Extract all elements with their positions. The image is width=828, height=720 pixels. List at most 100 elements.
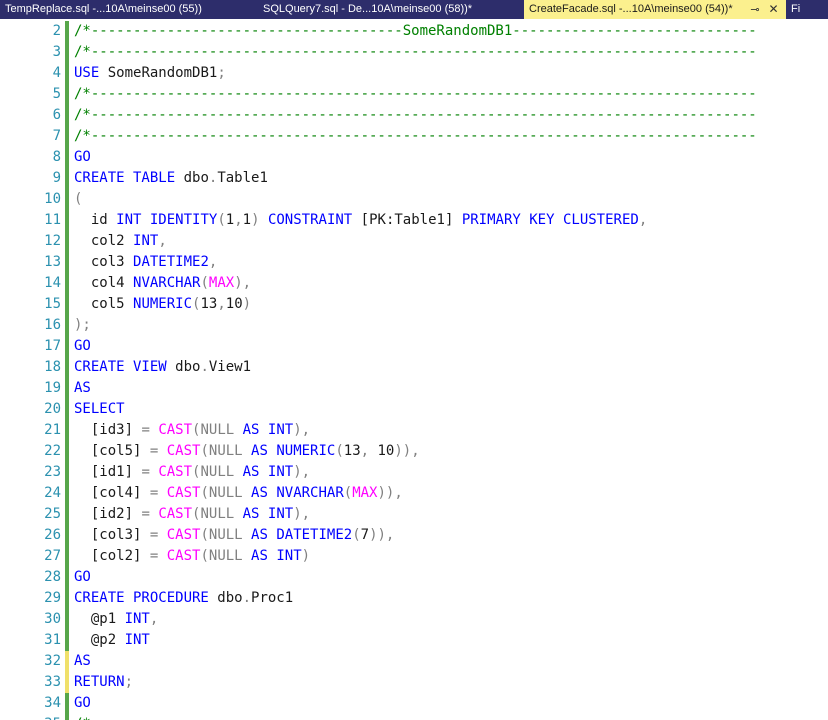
code-line[interactable]: 28 GO	[0, 567, 828, 588]
code-text: @p2 INT	[74, 630, 150, 651]
code-line[interactable]: 20 SELECT	[0, 399, 828, 420]
saved-change-marker	[65, 441, 69, 462]
code-token: ,	[360, 443, 370, 459]
tab-overflow[interactable]: Fi	[786, 0, 828, 19]
code-token: dbo	[166, 359, 201, 375]
code-token: AS INT	[242, 506, 294, 522]
code-text: AS	[74, 378, 91, 399]
code-editor[interactable]: 2 /*-------------------------------------…	[0, 19, 828, 720]
saved-change-marker	[65, 714, 69, 720]
code-line[interactable]: 9 CREATE TABLE dbo.Table1	[0, 168, 828, 189]
code-line[interactable]: 13 col3 DATETIME2,	[0, 252, 828, 273]
line-number: 29	[44, 590, 61, 606]
line-number: 21	[44, 422, 61, 438]
line-number: 12	[44, 233, 61, 249]
code-token: [col5]	[74, 443, 150, 459]
code-token: CREATE PROCEDURE	[74, 590, 209, 606]
code-line[interactable]: 26 [col3] = CAST(NULL AS DATETIME2(7)),	[0, 525, 828, 546]
code-line[interactable]: 23 [id1] = CAST(NULL AS INT),	[0, 462, 828, 483]
line-number: 16	[44, 317, 61, 333]
code-token: AS	[74, 653, 91, 669]
code-line[interactable]: 34 GO	[0, 693, 828, 714]
code-token: CAST	[158, 506, 193, 522]
code-line[interactable]: 35 /*	[0, 714, 828, 720]
close-tab-icon[interactable]: ✕	[765, 0, 782, 19]
code-line[interactable]: 25 [id2] = CAST(NULL AS INT),	[0, 504, 828, 525]
code-line[interactable]: 14 col4 NVARCHAR(MAX),	[0, 273, 828, 294]
saved-change-marker	[65, 84, 69, 105]
saved-change-marker	[65, 378, 69, 399]
code-line[interactable]: 3 /*-------------------------------------…	[0, 42, 828, 63]
code-token: ),	[293, 422, 311, 438]
code-token: AS	[74, 380, 91, 396]
saved-change-marker	[65, 609, 69, 630]
code-token: AS NVARCHAR	[251, 485, 344, 501]
code-line[interactable]: 7 /*-------------------------------------…	[0, 126, 828, 147]
pin-tab-icon[interactable]: ⊸	[747, 0, 763, 19]
code-token: NULL	[208, 527, 243, 543]
code-line[interactable]: 16);	[0, 315, 828, 336]
code-line[interactable]: 32 AS	[0, 651, 828, 672]
saved-change-marker	[65, 588, 69, 609]
code-text: GO	[74, 336, 91, 357]
code-line[interactable]: 15 col5 NUMERIC(13,10)	[0, 294, 828, 315]
saved-change-marker	[65, 420, 69, 441]
code-token: col5	[74, 296, 134, 312]
line-number: 20	[44, 401, 61, 417]
code-line[interactable]: 8 GO	[0, 147, 828, 168]
code-text: GO	[74, 693, 91, 714]
code-line[interactable]: 24 [col4] = CAST(NULL AS NVARCHAR(MAX)),	[0, 483, 828, 504]
saved-change-marker	[65, 462, 69, 483]
code-token: =	[141, 464, 150, 480]
code-line[interactable]: 21 [id3] = CAST(NULL AS INT),	[0, 420, 828, 441]
code-token: ),	[293, 506, 311, 522]
code-line[interactable]: 22 [col5] = CAST(NULL AS NUMERIC(13, 10)…	[0, 441, 828, 462]
saved-change-marker	[65, 399, 69, 420]
code-token: (	[74, 191, 83, 207]
code-token: [col3]	[74, 527, 150, 543]
tab-tempreplace[interactable]: TempReplace.sql -...10A\meinse00 (55))	[0, 0, 254, 19]
code-line[interactable]: 12 col2 INT,	[0, 231, 828, 252]
code-token: ,	[217, 296, 226, 312]
code-line[interactable]: 27 [col2] = CAST(NULL AS INT)	[0, 546, 828, 567]
code-token: )),	[377, 485, 403, 501]
saved-change-marker	[65, 21, 69, 42]
code-token: 13	[343, 443, 361, 459]
code-line[interactable]: 6 /*-------------------------------------…	[0, 105, 828, 126]
saved-change-marker	[65, 147, 69, 168]
code-token: INT	[133, 233, 159, 249]
code-token: (	[200, 443, 209, 459]
code-text: /*--------------------------------------…	[74, 105, 757, 126]
tab-sqlquery7[interactable]: SQLQuery7.sql - De...10A\meinse00 (58))*	[258, 0, 520, 19]
code-line[interactable]: 30 @p1 INT,	[0, 609, 828, 630]
code-token: AS DATETIME2	[251, 527, 353, 543]
tab-title: TempReplace.sql -...10A\meinse00 (55))	[5, 3, 202, 15]
code-token: PRIMARY KEY CLUSTERED	[461, 212, 639, 228]
code-line[interactable]: 31 @p2 INT	[0, 630, 828, 651]
code-line[interactable]: 11 id INT IDENTITY(1,1) CONSTRAINT [PK:T…	[0, 210, 828, 231]
line-number: 10	[44, 191, 61, 207]
saved-change-marker	[65, 630, 69, 651]
code-line[interactable]: 17 GO	[0, 336, 828, 357]
code-line[interactable]: 33 RETURN;	[0, 672, 828, 693]
code-text: [id1] = CAST(NULL AS INT),	[74, 462, 310, 483]
code-token: [PK:Table1]	[352, 212, 462, 228]
line-number: 30	[44, 611, 61, 627]
code-line[interactable]: 29 CREATE PROCEDURE dbo.Proc1	[0, 588, 828, 609]
code-token: (	[200, 275, 209, 291]
code-token: ),	[293, 464, 311, 480]
code-text: col4 NVARCHAR(MAX),	[74, 273, 251, 294]
line-number: 27	[44, 548, 61, 564]
code-token: )),	[369, 527, 395, 543]
code-token: NULL	[200, 422, 235, 438]
code-token: CAST	[166, 548, 201, 564]
code-line[interactable]: 2 /*-------------------------------------…	[0, 21, 828, 42]
code-line[interactable]: 19 AS	[0, 378, 828, 399]
code-line[interactable]: 5 /*-------------------------------------…	[0, 84, 828, 105]
line-number: 11	[44, 212, 61, 228]
code-line[interactable]: 10 (	[0, 189, 828, 210]
code-line[interactable]: 18 CREATE VIEW dbo.View1	[0, 357, 828, 378]
code-line[interactable]: 4 USE SomeRandomDB1;	[0, 63, 828, 84]
